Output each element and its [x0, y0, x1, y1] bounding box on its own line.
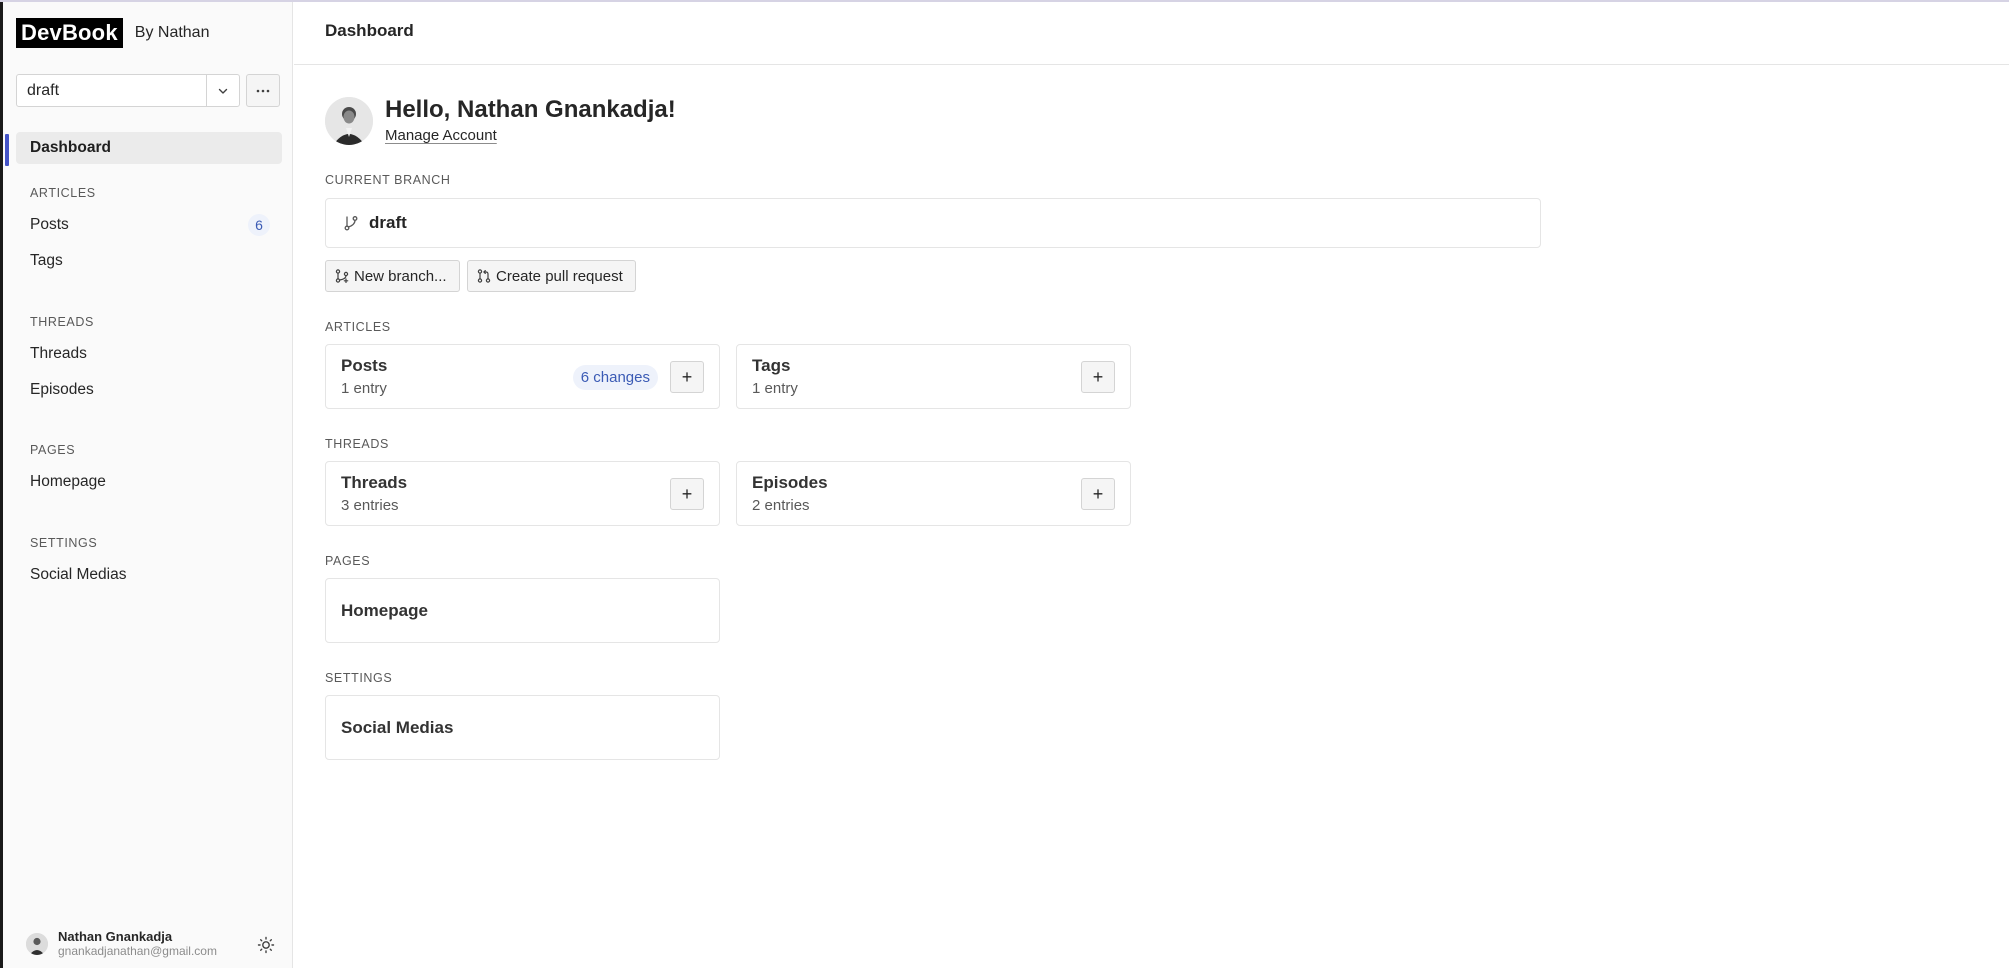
user-name: Nathan Gnankadja [58, 929, 173, 944]
sidebar-item-label: Tags [30, 252, 63, 269]
manage-account-link[interactable]: Manage Account [385, 127, 497, 144]
greeting-title: Hello, Nathan Gnankadja! [385, 96, 676, 123]
plus-icon: + [1092, 483, 1104, 504]
add-post-button[interactable]: + [670, 361, 704, 393]
sidebar-item-label: Dashboard [30, 139, 111, 156]
add-tag-button[interactable]: + [1081, 361, 1115, 393]
current-branch-name: draft [369, 213, 407, 232]
new-branch-button[interactable]: New branch... [325, 260, 460, 292]
sun-icon[interactable] [257, 936, 275, 954]
card-title: Social Medias [341, 718, 454, 737]
card-entry-count: 1 entry [752, 380, 798, 397]
card-title: Homepage [341, 601, 428, 620]
git-pull-request-icon [477, 269, 491, 283]
collection-card-episodes[interactable]: Episodes 2 entries + [736, 461, 1131, 526]
avatar [26, 933, 48, 955]
section-label-settings: SETTINGS [325, 671, 393, 685]
brand[interactable]: DevBook By Nathan [16, 18, 209, 48]
current-branch-label: CURRENT BRANCH [325, 173, 451, 187]
card-title: Episodes [752, 473, 828, 492]
section-label-pages: PAGES [325, 554, 371, 568]
sidebar-item-threads[interactable]: Threads [16, 338, 282, 370]
sidebar-item-social-medias[interactable]: Social Medias [16, 559, 282, 591]
posts-count-badge: 6 [248, 214, 270, 236]
sidebar-item-posts[interactable]: Posts 6 [16, 209, 282, 241]
section-label-articles: ARTICLES [325, 320, 391, 334]
add-thread-button[interactable]: + [670, 478, 704, 510]
card-title: Threads [341, 473, 408, 492]
more-options-button[interactable] [246, 74, 280, 107]
branch-select-value: draft [27, 82, 60, 99]
sidebar-item-label: Homepage [30, 473, 106, 490]
new-branch-label: New branch... [354, 267, 447, 285]
sidebar-item-label: Threads [30, 345, 87, 362]
singleton-card-homepage[interactable]: Homepage [325, 578, 720, 643]
collection-card-threads[interactable]: Threads 3 entries + [325, 461, 720, 526]
collection-card-posts[interactable]: Posts 1 entry 6 changes + [325, 344, 720, 409]
git-branch-icon [335, 269, 349, 283]
avatar [325, 97, 373, 145]
branch-select[interactable]: draft [16, 74, 240, 107]
plus-icon: + [681, 366, 693, 387]
sidebar-item-homepage[interactable]: Homepage [16, 466, 282, 498]
nav-active-indicator [5, 134, 9, 166]
sidebar-section-articles: ARTICLES [30, 186, 96, 200]
chevron-down-icon[interactable] [206, 75, 239, 106]
section-label-threads: THREADS [325, 437, 389, 451]
add-episode-button[interactable]: + [1081, 478, 1115, 510]
sidebar-section-pages: PAGES [30, 443, 76, 457]
changes-badge: 6 changes [572, 365, 658, 390]
card-entry-count: 1 entry [341, 380, 387, 397]
create-pull-request-label: Create pull request [496, 267, 623, 285]
card-title: Posts [341, 356, 388, 375]
page-title: Dashboard [325, 21, 414, 40]
card-entry-count: 3 entries [341, 497, 399, 514]
sidebar-item-label: Social Medias [30, 566, 127, 583]
sidebar: DevBook By Nathan draft Dashboard ARTICL… [3, 2, 293, 968]
brand-author: By Nathan [134, 24, 210, 41]
brand-logo: DevBook [16, 18, 123, 48]
sidebar-section-threads: THREADS [30, 315, 94, 329]
sidebar-item-dashboard[interactable]: Dashboard [16, 132, 282, 164]
sidebar-section-settings: SETTINGS [30, 536, 98, 550]
user-profile[interactable]: Nathan Gnankadja gnankadjanathan@gmail.c… [26, 930, 217, 958]
collection-card-tags[interactable]: Tags 1 entry + [736, 344, 1131, 409]
git-branch-icon [343, 215, 359, 231]
card-title: Tags [752, 356, 791, 375]
plus-icon: + [1092, 366, 1104, 387]
sidebar-item-tags[interactable]: Tags [16, 245, 282, 277]
sidebar-item-label: Posts [30, 216, 69, 233]
sidebar-item-label: Episodes [30, 381, 94, 398]
more-horizontal-icon [256, 89, 270, 92]
current-branch-box: draft [325, 198, 1541, 248]
singleton-card-social-medias[interactable]: Social Medias [325, 695, 720, 760]
header: Dashboard [294, 2, 2009, 65]
create-pull-request-button[interactable]: Create pull request [467, 260, 636, 292]
card-entry-count: 2 entries [752, 497, 810, 514]
sidebar-item-episodes[interactable]: Episodes [16, 374, 282, 406]
user-email: gnankadjanathan@gmail.com [58, 944, 217, 958]
plus-icon: + [681, 483, 693, 504]
